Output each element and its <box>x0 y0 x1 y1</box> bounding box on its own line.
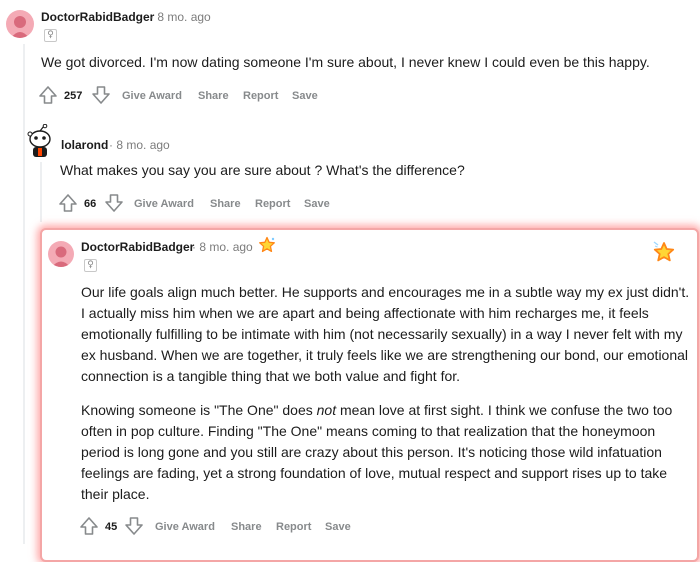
save-button[interactable]: Save <box>325 521 351 533</box>
vote-count: 66 <box>84 198 97 210</box>
username[interactable]: lolarond <box>61 138 108 152</box>
report-button[interactable]: Report <box>243 90 278 102</box>
thread-line[interactable] <box>23 44 25 544</box>
comment-body: We got divorced. I'm now dating someone … <box>41 54 650 70</box>
female-symbol-icon: ♀ <box>84 259 97 272</box>
share-button[interactable]: Share <box>231 521 262 533</box>
username[interactable]: DoctorRabidBadger <box>41 10 154 24</box>
highlighted-comment <box>40 228 699 562</box>
upvote-icon[interactable] <box>79 516 99 536</box>
give-award-button[interactable]: Give Award <box>155 521 215 533</box>
comment-body: What makes you say you are sure about ? … <box>60 162 465 178</box>
upvote-icon[interactable] <box>38 85 58 105</box>
timestamp[interactable]: · 8 mo. ago <box>109 138 170 152</box>
avatar[interactable] <box>6 10 34 38</box>
share-button[interactable]: Share <box>210 198 241 210</box>
highlight-star-icon <box>653 241 675 262</box>
comment-paragraph: Knowing someone is "The One" does not me… <box>81 402 673 502</box>
report-button[interactable]: Report <box>255 198 290 210</box>
thread-line[interactable] <box>40 162 42 222</box>
downvote-icon[interactable] <box>124 516 144 536</box>
vote-count: 257 <box>64 90 83 102</box>
comment-paragraph: Our life goals align much better. He sup… <box>81 284 690 384</box>
give-award-button[interactable]: Give Award <box>134 198 194 210</box>
save-button[interactable]: Save <box>304 198 330 210</box>
vote-count: 45 <box>105 521 118 533</box>
downvote-icon[interactable] <box>104 193 124 213</box>
female-symbol-icon: ♀ <box>44 29 57 42</box>
username[interactable]: DoctorRabidBadger <box>81 240 194 254</box>
report-button[interactable]: Report <box>276 521 311 533</box>
timestamp[interactable]: · 8 mo. ago <box>150 10 211 24</box>
avatar[interactable] <box>48 241 74 267</box>
timestamp[interactable]: · 8 mo. ago <box>192 240 253 254</box>
save-button[interactable]: Save <box>292 90 318 102</box>
downvote-icon[interactable] <box>91 85 111 105</box>
award-star-icon[interactable] <box>258 236 276 254</box>
avatar[interactable] <box>24 124 54 158</box>
share-button[interactable]: Share <box>198 90 229 102</box>
upvote-icon[interactable] <box>58 193 78 213</box>
give-award-button[interactable]: Give Award <box>122 90 182 102</box>
